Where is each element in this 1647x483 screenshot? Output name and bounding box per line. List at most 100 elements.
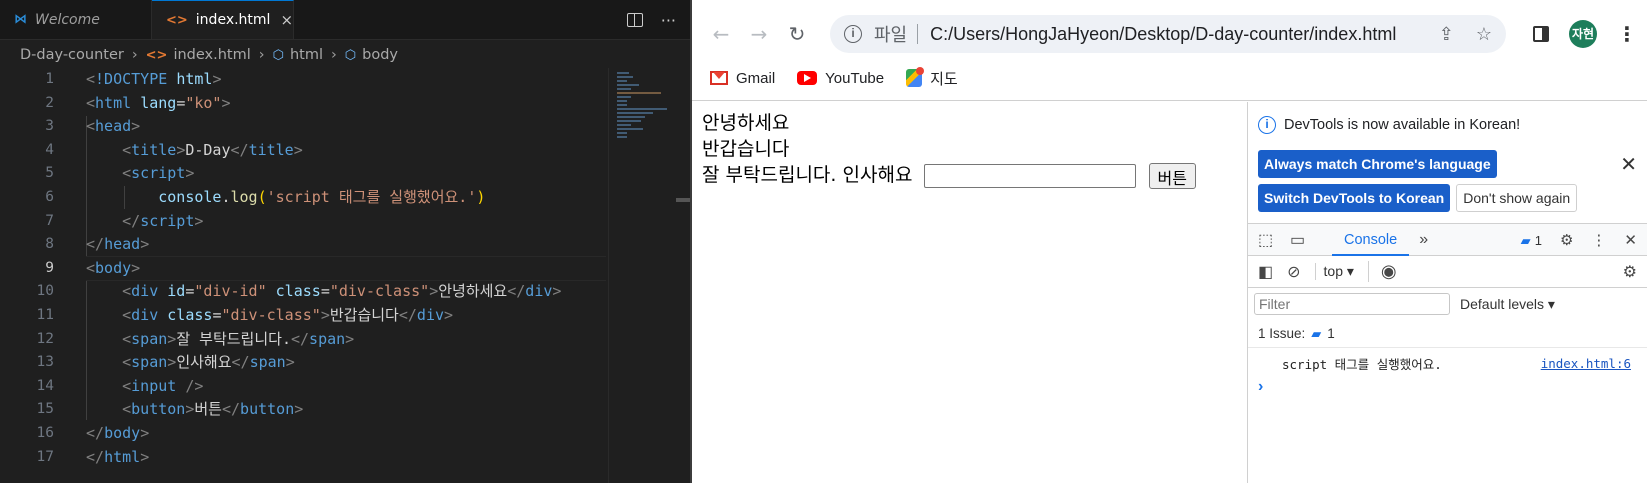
line-number: 3 [45, 118, 54, 135]
line-number: 13 [36, 354, 54, 371]
log-source-link[interactable]: index.html:6 [1541, 356, 1631, 371]
code-line[interactable]: <script> [86, 162, 606, 186]
code-line[interactable]: <title>D-Day</title> [86, 139, 606, 163]
message-count: 1 [1534, 232, 1542, 248]
side-panel-icon[interactable] [1533, 26, 1549, 42]
minimap-line [617, 92, 661, 94]
split-editor-icon[interactable] [626, 13, 643, 27]
code-line[interactable]: <input /> [86, 375, 606, 399]
minimap-line [617, 76, 633, 78]
profile-avatar[interactable]: 자현 [1569, 20, 1597, 48]
chrome-menu-icon[interactable]: ⋮ [1617, 22, 1637, 46]
bookmark-star-icon[interactable]: ☆ [1476, 24, 1492, 45]
device-toolbar-icon[interactable]: ▭ [1290, 230, 1322, 250]
chrome-window: ← → ↻ i 파일 C:/Users/HongJaHyeon/Desktop/… [690, 0, 1647, 483]
breadcrumb-file[interactable]: index.html [173, 47, 250, 63]
bookmark-youtube[interactable]: YouTube [797, 70, 884, 87]
minimap-line [617, 132, 627, 134]
reload-icon[interactable]: ↻ [782, 22, 812, 46]
issues-count: 1 [1327, 326, 1335, 341]
code-line[interactable]: </body> [86, 422, 606, 446]
minimap-line [617, 136, 627, 138]
close-tab-icon[interactable]: × [280, 11, 293, 29]
line-number: 5 [45, 165, 54, 182]
minimap-line [617, 112, 653, 114]
minimap-line [617, 88, 631, 90]
code-line[interactable]: <head> [86, 115, 606, 139]
banner-row: Always match Chrome's language [1258, 150, 1497, 178]
vscode-logo-icon: ⋈ [14, 12, 27, 27]
close-icon[interactable]: ✕ [1620, 152, 1637, 177]
code-line[interactable]: </head> [86, 233, 606, 257]
code-line[interactable]: </script> [86, 210, 606, 234]
context-selector[interactable]: top ▾ [1314, 263, 1354, 280]
minimap-line [617, 108, 667, 110]
breadcrumb-body[interactable]: body [362, 47, 398, 63]
eye-icon[interactable]: ◉ [1367, 261, 1397, 282]
bookmark-gmail[interactable]: Gmail [710, 70, 775, 87]
issues-row[interactable]: 1 Issue: ▰ 1 [1248, 320, 1647, 348]
bookmark-maps[interactable]: 지도 [906, 67, 958, 89]
tab-index-html[interactable]: <> index.html × [152, 0, 294, 39]
filter-input[interactable] [1254, 293, 1450, 315]
line-number: 4 [45, 141, 54, 158]
console-prompt[interactable]: › [1248, 378, 1647, 396]
clear-icon[interactable]: ⊘ [1287, 262, 1300, 282]
back-arrow-icon[interactable]: ← [706, 22, 736, 46]
line-number: 6 [45, 188, 54, 205]
close-devtools-icon[interactable]: ✕ [1624, 231, 1637, 249]
breadcrumb: D-day-counter › <> index.html › ⬡ html ›… [0, 40, 690, 70]
code-line[interactable]: <span>잘 부탁드립니다.</span> [86, 328, 606, 352]
scrollbar-thumb[interactable] [676, 198, 690, 202]
code-line[interactable]: </html> [86, 446, 606, 470]
code-line[interactable]: <button>버튼</button> [86, 398, 606, 422]
site-info-icon[interactable]: i [844, 25, 862, 43]
sidebar-icon[interactable]: ◧ [1258, 262, 1273, 282]
line-number-active: 9 [45, 259, 54, 276]
address-bar[interactable]: i 파일 C:/Users/HongJaHyeon/Desktop/D-day-… [830, 15, 1506, 53]
youtube-icon [797, 71, 818, 85]
code-lines[interactable]: <!DOCTYPE html> <html lang="ko"> <head> <t… [86, 68, 606, 469]
minimap-line [617, 84, 639, 86]
tab-welcome[interactable]: ⋈ Welcome [0, 0, 152, 39]
code-line[interactable]: <div id="div-id" class="div-class">안녕하세요… [86, 280, 606, 304]
code-line[interactable]: <body> [86, 255, 606, 282]
devtools-panel: i DevTools is now available in Korean! ✕… [1247, 102, 1647, 483]
switch-to-korean-button[interactable]: Switch DevTools to Korean [1258, 184, 1451, 212]
line-number: 8 [45, 236, 54, 253]
forward-arrow-icon[interactable]: → [744, 22, 774, 46]
more-actions-icon[interactable]: ··· [661, 11, 676, 30]
minimap-line [617, 104, 627, 106]
address-url[interactable]: C:/Users/HongJaHyeon/Desktop/D-day-count… [930, 24, 1396, 45]
more-tabs-icon[interactable]: » [1419, 231, 1428, 249]
banner-text: DevTools is now available in Korean! [1284, 117, 1521, 133]
code-editor[interactable]: 1 2 3 4 5 6 7 8 9 10 11 12 13 14 15 16 1… [0, 68, 690, 483]
devtools-actions: ▰ 1 ⚙ ⋮ ✕ [1521, 224, 1637, 256]
share-icon[interactable]: ⇪ [1439, 24, 1454, 45]
gear-icon[interactable]: ⚙ [1623, 262, 1637, 282]
code-line[interactable]: console.log('script 태그를 실행했어요.') [86, 186, 606, 210]
element-cube-icon: ⬡ [272, 47, 284, 63]
minimap[interactable] [608, 68, 672, 483]
message-counter[interactable]: ▰ 1 [1521, 232, 1542, 249]
settings-icon[interactable]: ⚙ [1560, 231, 1573, 249]
dont-show-again-button[interactable]: Don't show again [1456, 184, 1578, 212]
inspect-icon[interactable]: ⬚ [1258, 230, 1290, 250]
banner-message: i DevTools is now available in Korean! [1258, 116, 1637, 134]
code-line[interactable]: <!DOCTYPE html> [86, 68, 606, 92]
editor-scrollbar[interactable] [676, 68, 690, 483]
log-levels-dropdown[interactable]: Default levels ▾ [1460, 296, 1555, 313]
page-button[interactable]: 버튼 [1148, 162, 1196, 189]
page-text-input[interactable] [924, 163, 1137, 188]
element-cube-icon: ⬡ [344, 47, 357, 63]
breadcrumb-folder[interactable]: D-day-counter [20, 47, 124, 63]
breadcrumb-html[interactable]: html [290, 47, 323, 63]
always-match-language-button[interactable]: Always match Chrome's language [1258, 150, 1497, 178]
kebab-icon[interactable]: ⋮ [1591, 231, 1606, 249]
line-number: 10 [36, 283, 54, 300]
code-line[interactable]: <div class="div-class">반갑습니다</div> [86, 304, 606, 328]
levels-label: Default levels [1460, 295, 1545, 312]
tab-console[interactable]: Console [1332, 224, 1410, 256]
code-line[interactable]: <span>인사해요</span> [86, 351, 606, 375]
code-line[interactable]: <html lang="ko"> [86, 92, 606, 116]
